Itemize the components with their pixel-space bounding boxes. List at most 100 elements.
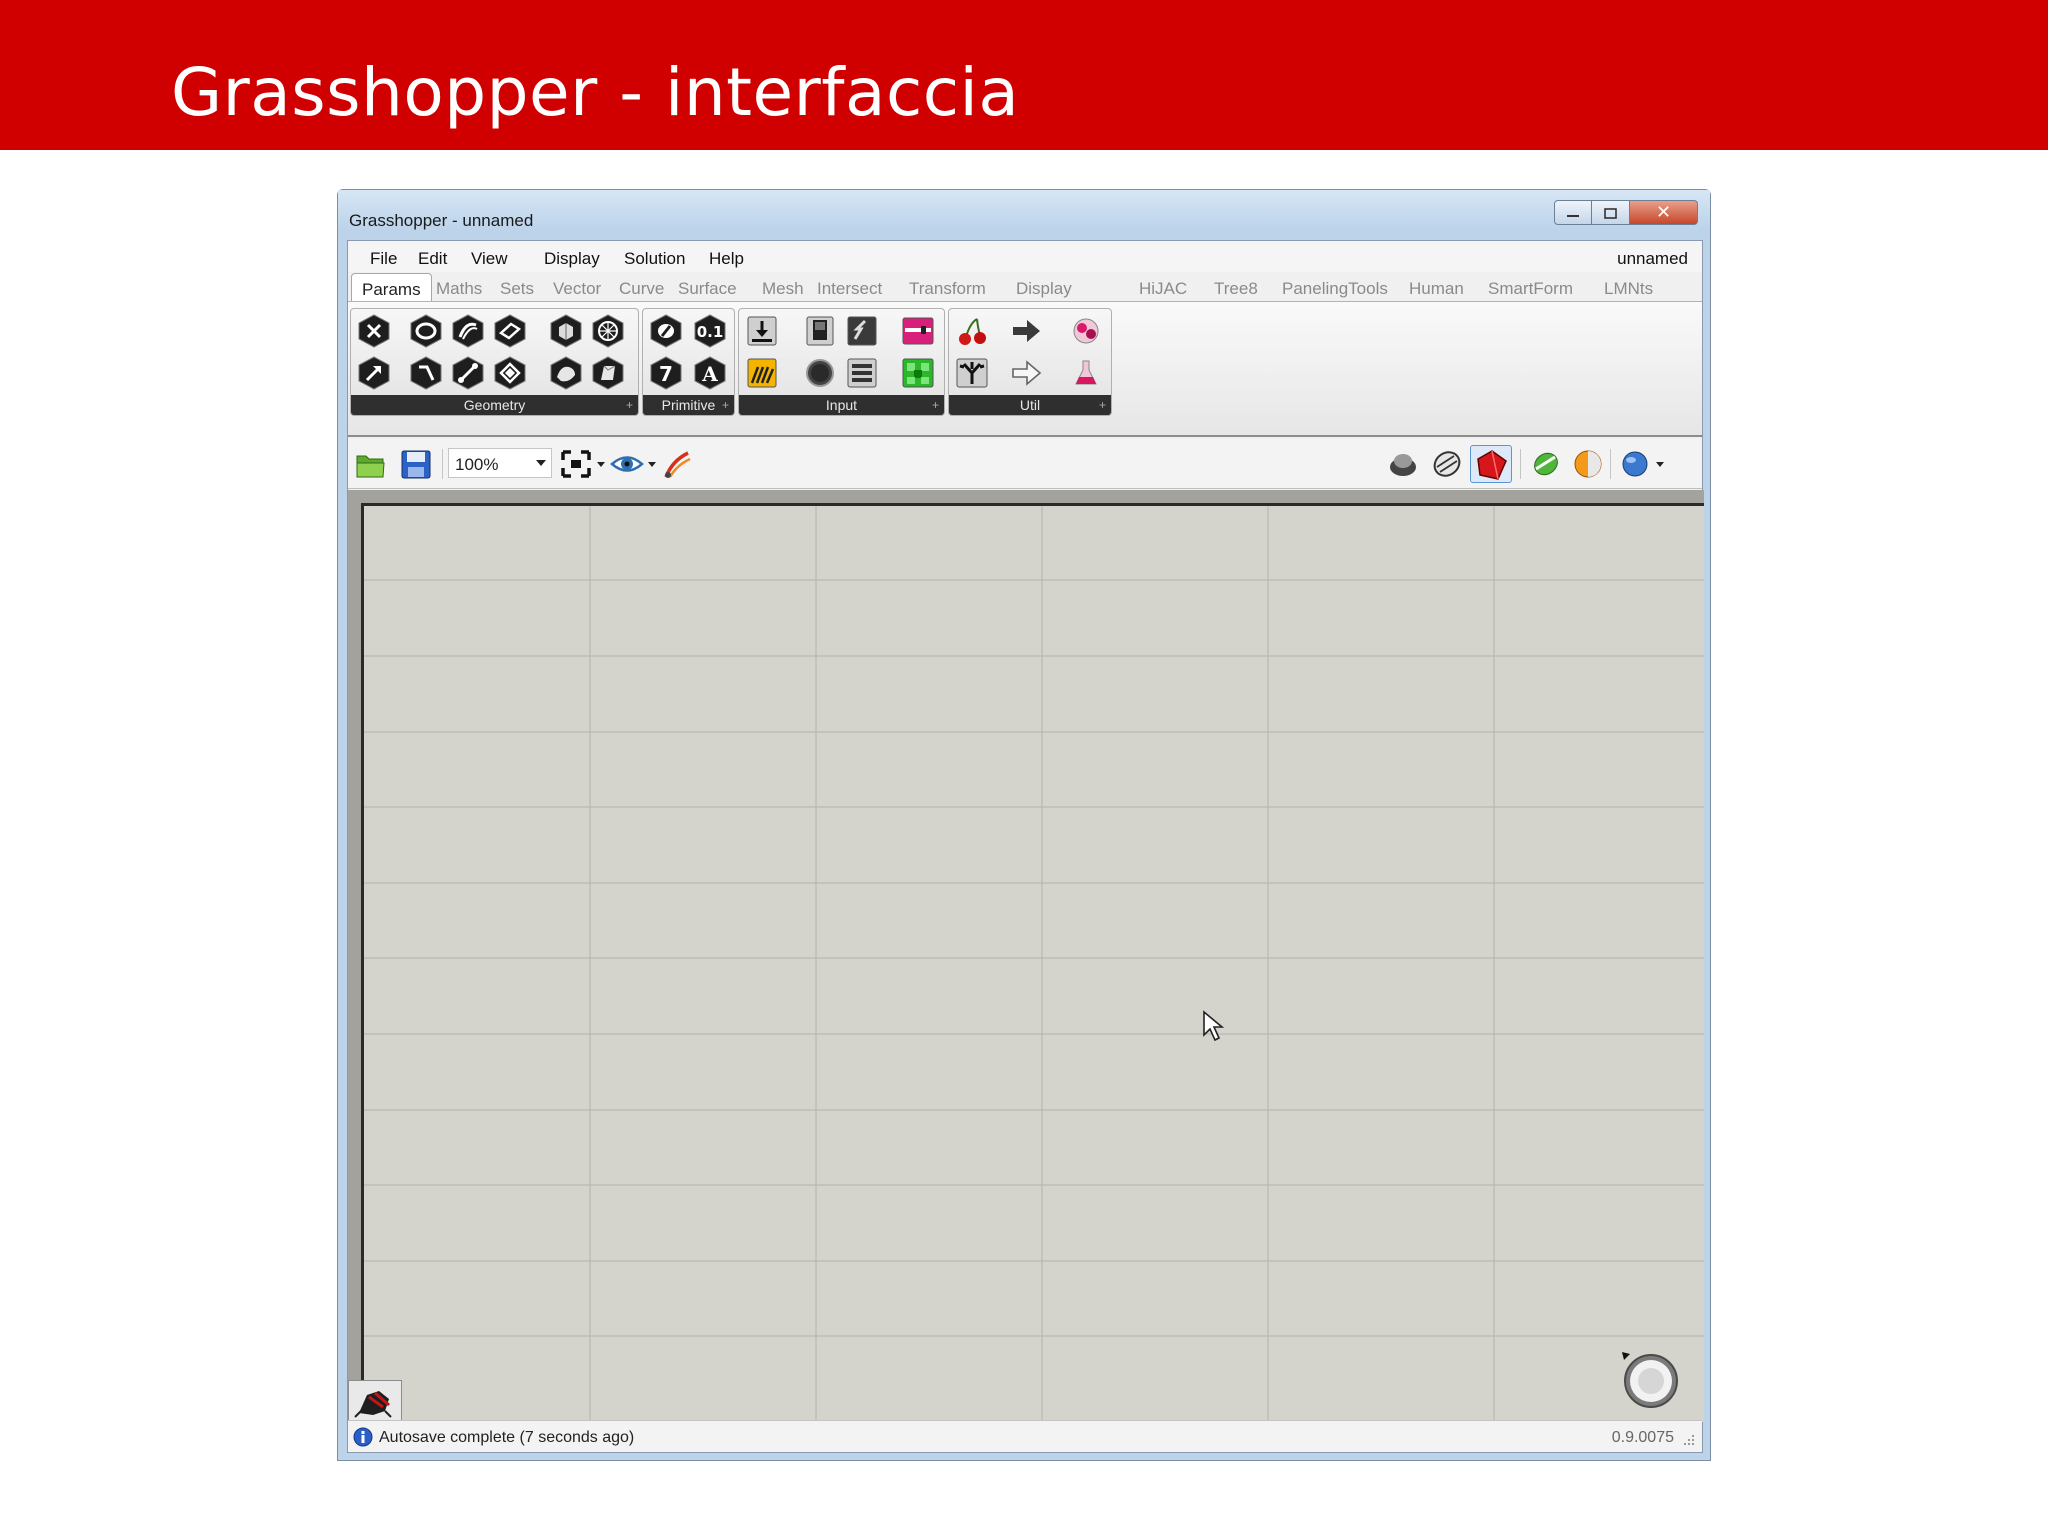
colour-swatch-icon[interactable] bbox=[801, 355, 839, 391]
tab-mesh[interactable]: Mesh bbox=[762, 279, 804, 299]
grasshopper-logo-button[interactable] bbox=[348, 1380, 402, 1422]
canvas-top-border bbox=[348, 503, 1704, 506]
circle-icon[interactable] bbox=[407, 313, 445, 349]
zoom-extents-icon[interactable] bbox=[558, 447, 594, 481]
group-expander-icon[interactable]: + bbox=[626, 396, 633, 414]
toggle-icon[interactable] bbox=[801, 313, 839, 349]
tab-params[interactable]: Params bbox=[351, 273, 432, 303]
text-icon[interactable]: A bbox=[691, 355, 729, 391]
zoom-extents-dropdown-icon[interactable] bbox=[597, 462, 605, 467]
preview-eye-icon[interactable] bbox=[609, 447, 645, 481]
menu-display[interactable]: Display bbox=[544, 249, 600, 269]
group-label-geometry: Geometry bbox=[351, 395, 638, 415]
group-expander-icon[interactable]: + bbox=[932, 396, 939, 414]
tab-curve[interactable]: Curve bbox=[619, 279, 664, 299]
group-label-primitive: Primitive bbox=[643, 395, 734, 415]
relay-icon[interactable] bbox=[1007, 313, 1045, 349]
save-file-icon[interactable] bbox=[398, 447, 434, 481]
title-bar[interactable]: Grasshopper - unnamed ✕ bbox=[338, 190, 1710, 230]
tab-hijac[interactable]: HiJAC bbox=[1139, 279, 1187, 299]
tab-maths[interactable]: Maths bbox=[436, 279, 482, 299]
image-sampler-icon[interactable] bbox=[899, 355, 937, 391]
tab-surface[interactable]: Surface bbox=[678, 279, 737, 299]
menu-edit[interactable]: Edit bbox=[418, 249, 447, 269]
ribbon-group-util: Util + bbox=[948, 308, 1112, 416]
circular-arc-icon[interactable] bbox=[449, 313, 487, 349]
selected-preview-icon[interactable] bbox=[1528, 447, 1564, 481]
tab-intersect[interactable]: Intersect bbox=[817, 279, 882, 299]
value-list-icon[interactable] bbox=[843, 355, 881, 391]
no-preview-icon[interactable] bbox=[1385, 447, 1421, 481]
brep-icon[interactable] bbox=[547, 313, 585, 349]
flask-icon[interactable] bbox=[1067, 355, 1105, 391]
mesh-icon[interactable] bbox=[589, 313, 627, 349]
menu-solution[interactable]: Solution bbox=[624, 249, 685, 269]
shaded-preview-button[interactable] bbox=[1470, 445, 1512, 483]
sphere-preview-icon[interactable] bbox=[1618, 447, 1654, 481]
tab-vector[interactable]: Vector bbox=[553, 279, 601, 299]
sphere-preview-dropdown-icon[interactable] bbox=[1656, 462, 1664, 467]
restore-icon bbox=[1603, 207, 1617, 219]
curve-icon[interactable] bbox=[407, 355, 445, 391]
tab-panelingtools[interactable]: PanelingTools bbox=[1282, 279, 1388, 299]
tab-display[interactable]: Display bbox=[1016, 279, 1072, 299]
tree-icon[interactable] bbox=[953, 355, 991, 391]
cherry-picker-icon[interactable] bbox=[953, 313, 991, 349]
window-client: File Edit View Display Solution Help unn… bbox=[347, 240, 1704, 1453]
import-icon[interactable] bbox=[743, 313, 781, 349]
graph-mapper-icon[interactable] bbox=[743, 355, 781, 391]
surface-icon[interactable] bbox=[547, 355, 585, 391]
tab-transform[interactable]: Transform bbox=[909, 279, 986, 299]
minimize-button[interactable] bbox=[1554, 200, 1592, 225]
zoom-dropdown[interactable]: 100% bbox=[448, 448, 552, 478]
resize-grip-icon[interactable] bbox=[1682, 1433, 1696, 1447]
tab-sets[interactable]: Sets bbox=[500, 279, 534, 299]
svg-text:A: A bbox=[701, 362, 718, 386]
plane-icon[interactable] bbox=[491, 355, 529, 391]
menu-help[interactable]: Help bbox=[709, 249, 744, 269]
grasshopper-logo-icon bbox=[354, 1391, 392, 1418]
line-icon[interactable] bbox=[449, 355, 487, 391]
open-file-icon[interactable] bbox=[353, 447, 389, 481]
vector-icon[interactable] bbox=[355, 355, 393, 391]
canvas-top-margin bbox=[348, 490, 1704, 504]
canvas-toolbar: 100% bbox=[348, 439, 1702, 489]
canvas-navigation-widget[interactable] bbox=[1620, 1350, 1680, 1410]
ribbon-group-geometry: Geometry + bbox=[350, 308, 639, 416]
point-icon[interactable] bbox=[355, 313, 393, 349]
tab-human[interactable]: Human bbox=[1409, 279, 1464, 299]
status-bar: Autosave complete (7 seconds ago) 0.9.00… bbox=[348, 1420, 1702, 1452]
group-label-util: Util bbox=[949, 395, 1111, 415]
wireframe-preview-icon[interactable] bbox=[1429, 447, 1465, 481]
slider-icon[interactable] bbox=[843, 313, 881, 349]
tab-lmnts[interactable]: LMNts bbox=[1604, 279, 1653, 299]
document-preview-icon[interactable] bbox=[1570, 447, 1606, 481]
gradient-icon[interactable] bbox=[899, 313, 937, 349]
ribbon-group-primitive: 0.1 7 A Primitive + bbox=[642, 308, 735, 416]
restore-button[interactable] bbox=[1592, 200, 1630, 225]
group-expander-icon[interactable]: + bbox=[1099, 396, 1106, 414]
menu-view[interactable]: View bbox=[471, 249, 508, 269]
field-icon[interactable] bbox=[589, 355, 627, 391]
canvas-grid bbox=[348, 490, 1704, 1422]
tab-smartform[interactable]: SmartForm bbox=[1488, 279, 1573, 299]
window-controls: ✕ bbox=[1554, 200, 1698, 225]
close-button[interactable]: ✕ bbox=[1630, 200, 1698, 225]
toolbar-separator bbox=[1610, 449, 1611, 479]
data-output-icon[interactable] bbox=[1007, 355, 1045, 391]
integer-icon[interactable]: 7 bbox=[647, 355, 685, 391]
menu-file[interactable]: File bbox=[370, 249, 397, 269]
group-expander-icon[interactable]: + bbox=[722, 396, 729, 414]
window-title: Grasshopper - unnamed bbox=[349, 211, 534, 230]
canvas-left-margin bbox=[348, 490, 362, 1422]
box-icon[interactable] bbox=[491, 313, 529, 349]
boolean-icon[interactable] bbox=[647, 313, 685, 349]
number-icon[interactable]: 0.1 bbox=[691, 313, 729, 349]
sketch-pen-icon[interactable] bbox=[660, 447, 696, 481]
canvas[interactable] bbox=[348, 490, 1704, 1422]
preview-dropdown-icon[interactable] bbox=[648, 462, 656, 467]
tab-tree8[interactable]: Tree8 bbox=[1214, 279, 1258, 299]
fitness-icon[interactable] bbox=[1067, 313, 1105, 349]
ribbon-group-input: Input + bbox=[738, 308, 945, 416]
svg-text:0.1: 0.1 bbox=[697, 323, 724, 341]
